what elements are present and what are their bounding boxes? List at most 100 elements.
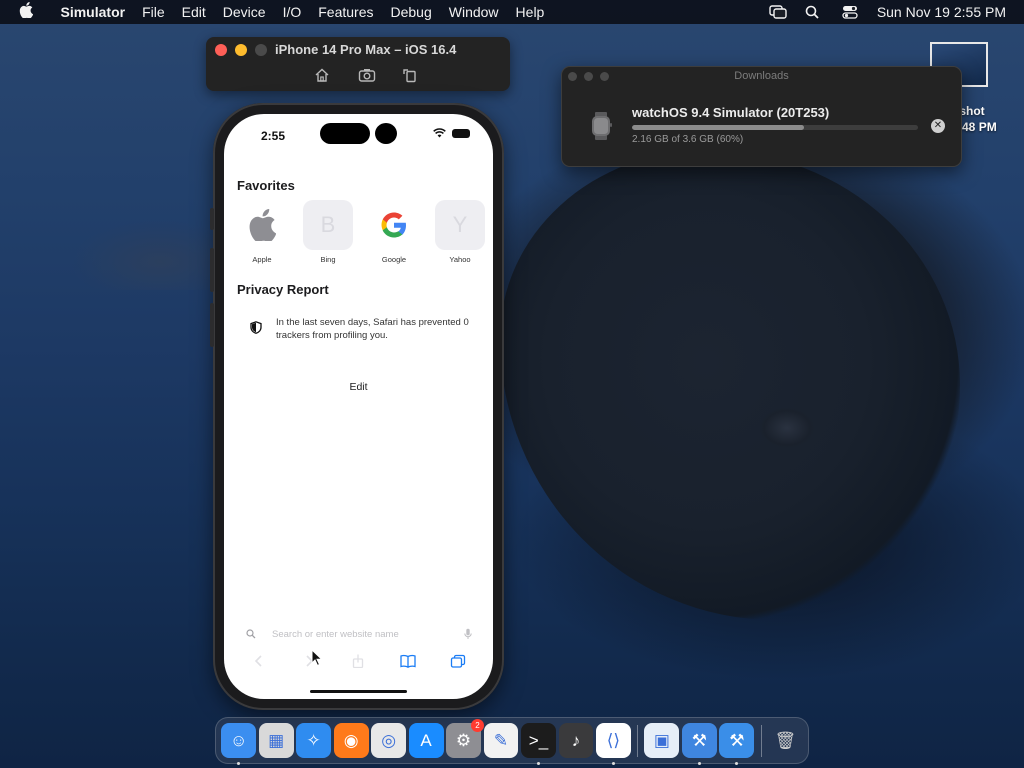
dock-terminal-icon[interactable]: >_	[521, 723, 556, 765]
home-icon[interactable]	[314, 67, 332, 83]
close-window-button[interactable]	[215, 44, 227, 56]
menu-device[interactable]: Device	[214, 4, 274, 20]
home-indicator[interactable]	[310, 690, 407, 693]
apple-menu-icon[interactable]	[0, 2, 52, 22]
rotate-device-icon[interactable]	[402, 67, 420, 83]
dock-textedit-icon[interactable]: ✎	[483, 723, 519, 758]
side-button-volume-up	[210, 248, 214, 292]
notification-badge: 2	[470, 719, 484, 732]
dock-separator	[637, 724, 639, 757]
favorites-grid: Apple B Bing Google Y Yahoo	[237, 200, 485, 264]
google-logo-icon	[369, 200, 419, 250]
address-bar-placeholder: Search or enter website name	[272, 628, 399, 640]
menu-bar: Simulator File Edit Device I/O Features …	[0, 0, 1024, 24]
dock-trash-glyph: 🗑	[774, 730, 797, 750]
tabs-icon[interactable]	[450, 654, 466, 668]
privacy-report-row[interactable]: In the last seven days, Safari has preve…	[250, 316, 476, 342]
dock-safari-icon[interactable]: ✧	[296, 723, 332, 758]
dynamic-island	[320, 123, 370, 144]
screenshot-camera-icon[interactable]	[358, 67, 376, 83]
shield-icon	[250, 321, 262, 334]
spotlight-search-icon[interactable]	[805, 5, 823, 19]
search-icon	[246, 629, 256, 639]
favorite-apple[interactable]: Apple	[237, 200, 287, 264]
download-item-name: watchOS 9.4 Simulator (20T253)	[632, 105, 830, 120]
apple-watch-icon	[592, 112, 612, 140]
favorite-yahoo[interactable]: Y Yahoo	[435, 200, 485, 264]
simulator-window-title: iPhone 14 Pro Max – iOS 16.4	[275, 42, 457, 57]
dock-garageband-icon[interactable]: ♪	[558, 723, 594, 758]
window-controls	[215, 44, 267, 56]
safari-address-bar[interactable]: Search or enter website name	[246, 624, 472, 644]
privacy-report-text: In the last seven days, Safari has preve…	[276, 317, 469, 341]
minimize-window-button[interactable]	[235, 44, 247, 56]
favorite-label: Apple	[252, 255, 272, 264]
front-camera	[375, 123, 397, 144]
dock-app-store-glyph: A	[420, 730, 432, 750]
back-chevron-icon[interactable]	[251, 654, 267, 668]
share-icon[interactable]	[350, 654, 366, 669]
battery-icon	[452, 128, 470, 138]
menu-help[interactable]: Help	[507, 4, 553, 20]
menubar-clock[interactable]: Sun Nov 19 2:55 PM	[877, 4, 1006, 20]
dock-xcode-icon[interactable]: ⚒	[681, 723, 717, 765]
dock-firefox-icon[interactable]: ◉	[333, 723, 369, 758]
favorite-google[interactable]: Google	[369, 200, 419, 264]
running-indicator	[537, 762, 541, 765]
dock-chrome-icon[interactable]: ◎	[371, 723, 407, 758]
control-center-icon[interactable]	[841, 5, 859, 19]
privacy-report-heading: Privacy Report	[237, 282, 329, 297]
dock-separator	[760, 724, 762, 757]
cancel-download-icon[interactable]: ✕	[931, 119, 945, 133]
safari-bottom-toolbar	[224, 654, 493, 669]
screen-mirroring-icon[interactable]	[769, 5, 787, 19]
dock-xcode-glyph: ⚒	[691, 730, 707, 750]
zoom-window-button[interactable]	[255, 44, 267, 56]
dock-system-settings-glyph: ⚙	[455, 730, 472, 750]
dock-terminal-glyph: >_	[528, 730, 549, 750]
dock-simulator-glyph: ⚒	[729, 730, 745, 750]
dock-trash-icon[interactable]: 🗑	[768, 723, 803, 758]
dock-preview-icon[interactable]: ▣	[644, 723, 680, 758]
iphone-device-frame: 2:55 Favorites Apple B Bing Google Y Yah…	[210, 103, 504, 710]
dock: ☺ ▦ ✧ ◉ ◎ A ⚙ 2 ✎ >_ ♪ ⟨⟩ ▣ ⚒ ⚒ 🗑	[215, 717, 809, 765]
yahoo-letter-icon: Y	[435, 200, 485, 250]
status-bar-indicators	[433, 128, 470, 138]
apple-logo-icon	[237, 200, 287, 250]
edit-button[interactable]: Edit	[224, 381, 493, 393]
menu-debug[interactable]: Debug	[382, 4, 440, 20]
running-indicator	[237, 762, 241, 765]
wallpaper-rock	[760, 408, 814, 448]
dock-app-store-icon[interactable]: A	[408, 723, 444, 758]
dock-launchpad-icon[interactable]: ▦	[258, 723, 294, 758]
status-bar-time: 2:55	[261, 129, 286, 143]
dock-system-settings-icon[interactable]: ⚙ 2	[446, 719, 484, 758]
bing-letter-icon: B	[303, 200, 353, 250]
download-progress-fill	[632, 125, 804, 130]
menu-app-name[interactable]: Simulator	[52, 4, 134, 20]
favorites-heading: Favorites	[237, 178, 295, 193]
running-indicator	[697, 762, 701, 765]
favorite-label: Yahoo	[449, 255, 471, 264]
dock-preview-glyph: ▣	[653, 730, 670, 750]
bookmarks-book-icon[interactable]	[400, 654, 416, 668]
dock-chrome-glyph: ◎	[381, 730, 397, 750]
menu-window[interactable]: Window	[440, 4, 507, 20]
dock-vscode-icon[interactable]: ⟨⟩	[595, 723, 631, 765]
menu-features[interactable]: Features	[310, 4, 382, 20]
favorite-bing[interactable]: B Bing	[303, 200, 353, 264]
mouse-pointer-icon	[311, 649, 323, 667]
favorite-label: Google	[381, 255, 407, 264]
dock-launchpad-glyph: ▦	[268, 730, 285, 750]
dock-finder-icon[interactable]: ☺	[221, 723, 257, 765]
wallpaper-island	[500, 150, 960, 620]
menu-file[interactable]: File	[134, 4, 174, 20]
menu-edit[interactable]: Edit	[173, 4, 214, 20]
menu-io[interactable]: I/O	[274, 4, 310, 20]
downloads-window-title: Downloads	[734, 70, 789, 82]
microphone-icon[interactable]	[464, 628, 472, 640]
side-button-silent	[210, 208, 214, 230]
dock-garageband-glyph: ♪	[571, 730, 581, 750]
dock-simulator-icon[interactable]: ⚒	[719, 723, 755, 765]
side-button-volume-down	[210, 303, 214, 347]
